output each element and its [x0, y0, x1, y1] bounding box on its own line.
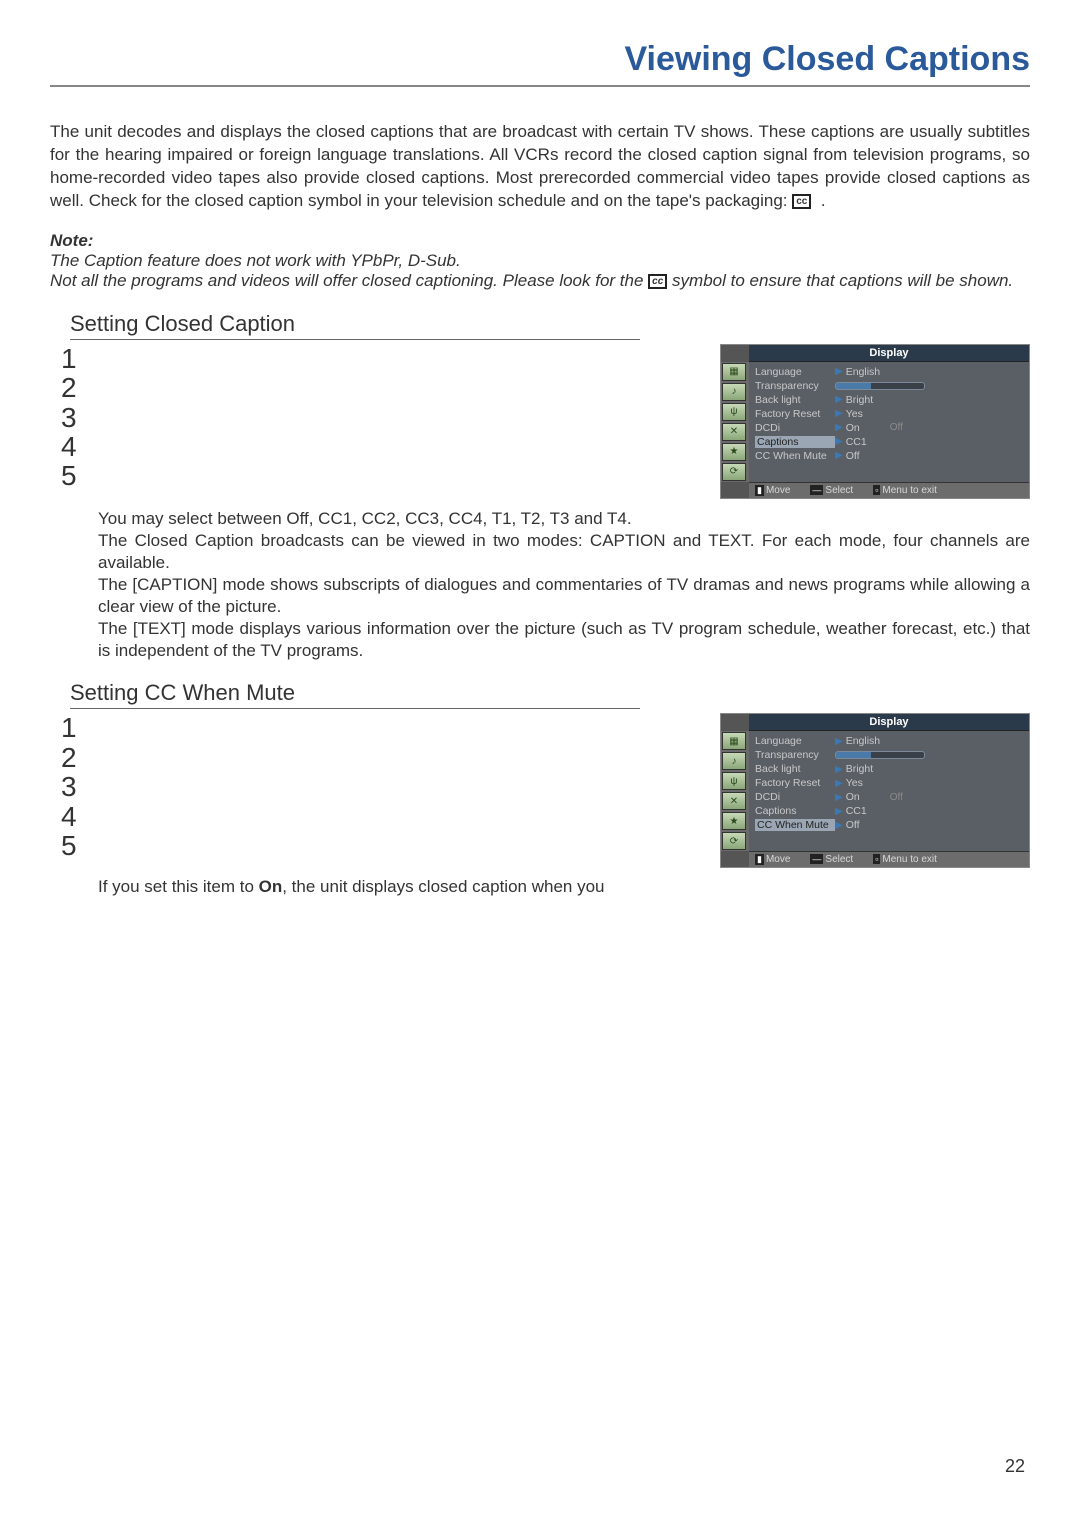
cc-symbol-icon: cc	[648, 274, 667, 289]
note-line-1: The Caption feature does not work with Y…	[50, 251, 1030, 271]
note-line-2: Not all the programs and videos will off…	[50, 271, 1030, 291]
osd-row-language: Language▶English	[755, 734, 1023, 748]
osd-footer: ▮Move —Select ▫Menu to exit	[749, 482, 1029, 498]
section2-title: Setting CC When Mute	[70, 680, 1030, 706]
nav-icon: ▮	[755, 854, 764, 865]
osd-row-dcdi: DCDi▶OnOff	[755, 421, 1023, 435]
osd-row-transparency: Transparency	[755, 748, 1023, 762]
tab-icon-audio: ♪	[722, 383, 746, 401]
osd-row-factory: Factory Reset▶Yes	[755, 407, 1023, 421]
section2-detail-bold: On	[259, 877, 283, 896]
section2-detail-b: , the unit displays closed caption when …	[282, 877, 604, 896]
section1-detail: You may select between Off, CC1, CC2, CC…	[98, 508, 1030, 663]
section2-divider	[70, 708, 640, 709]
section2-detail-a: If you set this item to	[98, 877, 259, 896]
osd-row-captions-selected: Captions▶CC1	[755, 435, 1023, 449]
osd-header: Display	[749, 714, 1029, 731]
osd-footer: ▮Move —Select ▫Menu to exit	[749, 851, 1029, 867]
osd-menu-captions: Display ▦ ♪ ψ ✕ ★ ⟳ Language▶English Tra…	[720, 344, 1030, 499]
note-line-2b: symbol to ensure that captions will be s…	[672, 271, 1013, 290]
cc-symbol-icon: cc	[792, 194, 811, 209]
nav-icon: —	[810, 854, 823, 864]
tab-icon-favorite: ★	[722, 812, 746, 830]
intro-paragraph: The unit decodes and displays the closed…	[50, 121, 1030, 213]
tab-icon-tuning: ψ	[722, 772, 746, 790]
osd-tabs: ▦ ♪ ψ ✕ ★ ⟳	[721, 731, 749, 851]
tab-icon-audio: ♪	[722, 752, 746, 770]
slider-icon	[835, 382, 925, 390]
slider-icon	[835, 751, 925, 759]
osd-menu-ccmute: Display ▦ ♪ ψ ✕ ★ ⟳ Language▶English Tra…	[720, 713, 1030, 868]
section1-divider	[70, 339, 640, 340]
osd-row-ccmute-selected: CC When Mute▶Off	[755, 818, 1023, 832]
tab-icon-setup: ✕	[722, 792, 746, 810]
tab-icon-picture: ▦	[722, 363, 746, 381]
osd-row-backlight: Back light▶Bright	[755, 393, 1023, 407]
osd-row-dcdi: DCDi▶OnOff	[755, 790, 1023, 804]
page-title: Viewing Closed Captions	[50, 40, 1030, 87]
nav-icon: ▫	[873, 485, 880, 495]
osd-row-transparency: Transparency	[755, 379, 1023, 393]
note-block: Note: The Caption feature does not work …	[50, 231, 1030, 291]
section2-detail: If you set this item to On, the unit dis…	[98, 877, 1030, 897]
section2-steps: 1 2 3 4 5 Display ▦ ♪ ψ ✕ ★ ⟳ Language▶E…	[55, 713, 1030, 873]
tab-icon-lock: ⟳	[722, 832, 746, 850]
note-line-2a: Not all the programs and videos will off…	[50, 271, 643, 290]
intro-text: The unit decodes and displays the closed…	[50, 122, 1030, 210]
tab-icon-tuning: ψ	[722, 403, 746, 421]
note-label: Note:	[50, 231, 1030, 251]
osd-row-language: Language▶English	[755, 365, 1023, 379]
osd-row-factory: Factory Reset▶Yes	[755, 776, 1023, 790]
tab-icon-lock: ⟳	[722, 463, 746, 481]
tab-icon-favorite: ★	[722, 443, 746, 461]
osd-header: Display	[749, 345, 1029, 362]
nav-icon: ▫	[873, 854, 880, 864]
tab-icon-setup: ✕	[722, 423, 746, 441]
page-number: 22	[1005, 1456, 1025, 1477]
nav-icon: —	[810, 485, 823, 495]
osd-row-ccmute: CC When Mute▶Off	[755, 449, 1023, 463]
osd-row-backlight: Back light▶Bright	[755, 762, 1023, 776]
section1-steps: 1 2 3 4 5 Display ▦ ♪ ψ ✕ ★ ⟳ Language▶E…	[55, 344, 1030, 504]
nav-icon: ▮	[755, 485, 764, 496]
osd-tabs: ▦ ♪ ψ ✕ ★ ⟳	[721, 362, 749, 482]
section1-title: Setting Closed Caption	[70, 311, 1030, 337]
osd-row-captions: Captions▶CC1	[755, 804, 1023, 818]
tab-icon-picture: ▦	[722, 732, 746, 750]
